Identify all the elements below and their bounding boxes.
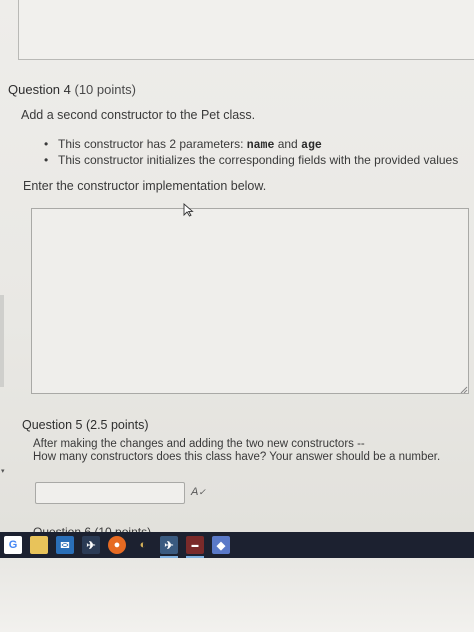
- collapse-arrow-icon: ▾: [1, 468, 5, 475]
- question-5-text: After making the changes and adding the …: [33, 438, 440, 464]
- steam-icon[interactable]: ✈: [82, 536, 100, 554]
- app-icon[interactable]: ◆: [212, 536, 230, 554]
- question-4-points: (10 points): [74, 82, 136, 97]
- previous-answer-box[interactable]: [18, 0, 474, 60]
- steam-active-icon[interactable]: ✈: [160, 536, 178, 558]
- league-icon[interactable]: ◐: [134, 536, 152, 554]
- file-explorer-icon[interactable]: [30, 536, 48, 554]
- question-6-title-peek: Question 6 (10 points): [33, 525, 152, 532]
- mail-icon[interactable]: ✉: [56, 536, 74, 554]
- question-4-label: Question 4: [8, 82, 71, 97]
- question-5-line-2: How many constructors does this class ha…: [33, 451, 441, 463]
- bullet-parameters: This constructor has 2 parameters: name …: [44, 137, 458, 153]
- google-icon[interactable]: G: [4, 536, 22, 554]
- browser-content: Question 4 (10 points) Add a second cons…: [0, 0, 474, 532]
- question-5-answer-input[interactable]: [35, 482, 185, 504]
- desk-surface: [0, 558, 474, 632]
- question-5-line-1: After making the changes and adding the …: [33, 438, 365, 450]
- question-5-label: Question 5: [22, 418, 83, 432]
- bullet-1-mid: and: [274, 137, 302, 151]
- windows-taskbar: G ✉ ✈ ● ◐ ✈ ▬ ◆: [0, 532, 474, 558]
- question-4-bullets: This constructor has 2 parameters: name …: [44, 137, 458, 168]
- firefox-icon[interactable]: ●: [108, 536, 126, 554]
- bullet-initializes: This constructor initializes the corresp…: [44, 153, 458, 168]
- question-5-points: (2.5 points): [85, 418, 149, 432]
- mouse-cursor-icon: [183, 203, 194, 217]
- discord-icon[interactable]: ▬: [186, 536, 204, 558]
- question-4-title: Question 4 (10 points): [8, 82, 136, 97]
- code-age: age: [301, 139, 322, 152]
- spellcheck-icon[interactable]: A✓: [191, 486, 206, 498]
- resize-handle-icon[interactable]: [460, 386, 468, 394]
- question-5-title: Question 5 (2.5 points): [22, 418, 148, 432]
- constructor-answer-textarea[interactable]: [31, 208, 469, 394]
- enter-label: Enter the constructor implementation bel…: [23, 179, 267, 193]
- scroll-edge: [0, 295, 4, 387]
- question-4-prompt: Add a second constructor to the Pet clas…: [21, 108, 256, 122]
- bullet-1-text: This constructor has 2 parameters:: [58, 137, 247, 151]
- code-name: name: [246, 139, 275, 152]
